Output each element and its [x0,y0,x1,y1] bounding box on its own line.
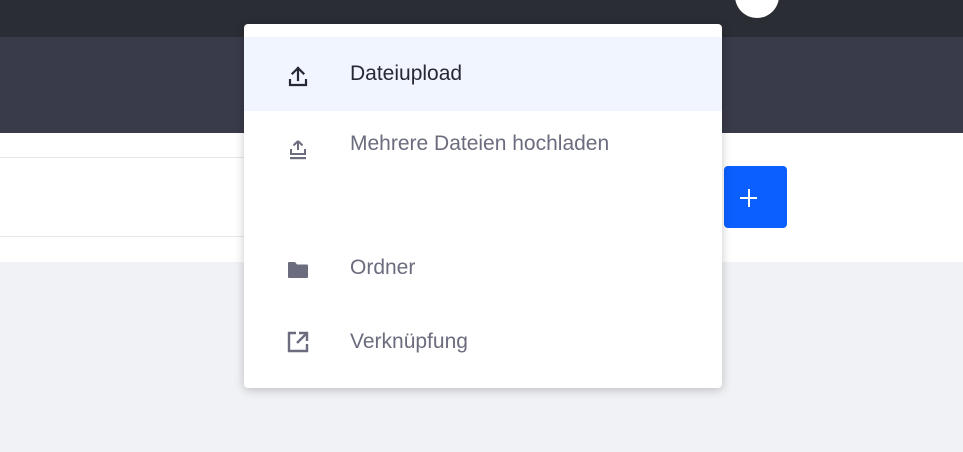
menu-item-label: Ordner [350,256,416,279]
menu-item-shortcut[interactable]: Verknüpfung [244,314,722,370]
upload-icon [286,63,310,87]
menu-item-label: Mehrere Dateien hochladen [350,132,610,155]
add-button[interactable] [724,166,787,228]
menu-item-file-upload[interactable]: Dateiupload [244,37,722,111]
menu-item-label: Dateiupload [350,62,463,85]
menu-item-multiple-upload[interactable]: Mehrere Dateien hochladen [244,124,722,220]
user-avatar[interactable] [735,0,779,18]
external-link-icon [286,328,310,353]
menu-item-folder[interactable]: Ordner [244,240,722,296]
page: Dateiupload Mehrere Dateien hochladen Or… [0,0,963,452]
add-dropdown-menu: Dateiupload Mehrere Dateien hochladen Or… [244,24,722,388]
menu-item-label: Verknüpfung [350,330,468,353]
folder-icon [286,256,310,280]
multiple-upload-icon [286,136,310,160]
